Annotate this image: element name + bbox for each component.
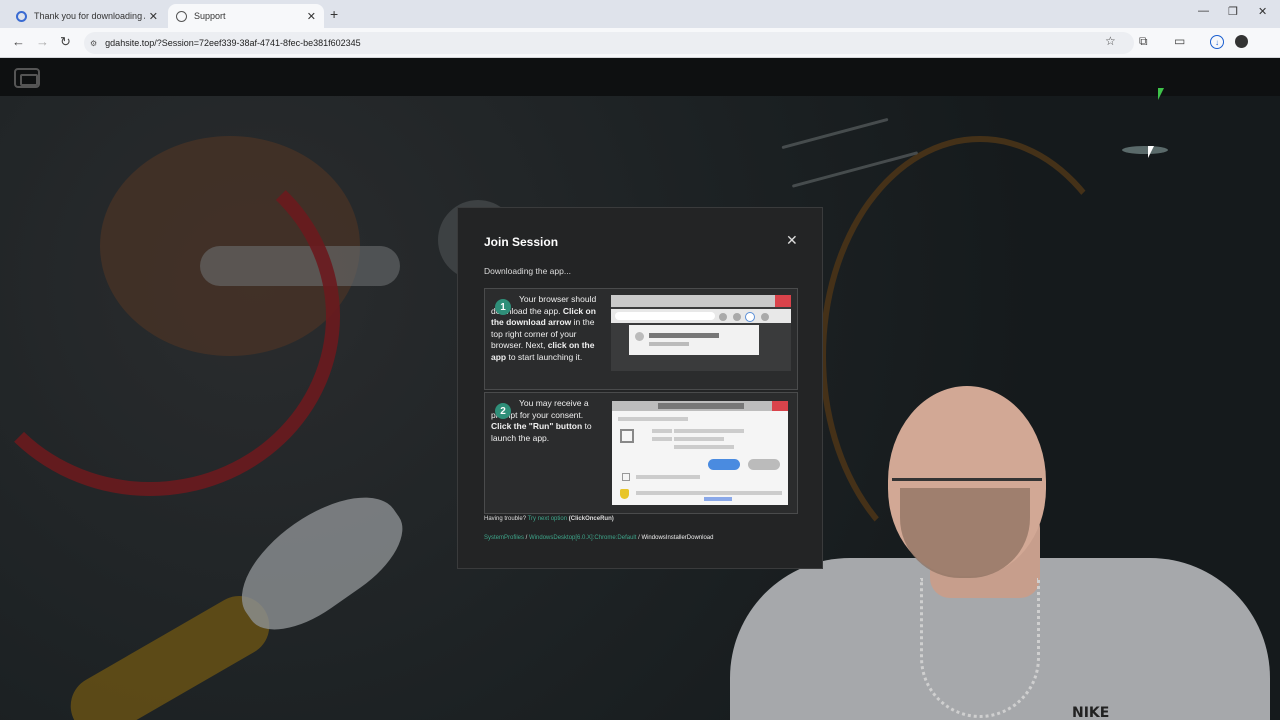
tab-bar: Thank you for downloading An ✕ Support ✕… bbox=[0, 0, 1280, 28]
restore-icon[interactable]: ❐ bbox=[1228, 5, 1238, 18]
cast-icon[interactable]: ▭ bbox=[1174, 34, 1185, 48]
toolbar: ← → ↻ ⚙ gdahsite.top/?Session=72eef339-3… bbox=[0, 28, 1280, 58]
tab-title: Support bbox=[194, 11, 226, 21]
avatar[interactable] bbox=[1235, 35, 1248, 48]
run-button-illustration bbox=[708, 459, 740, 470]
webcam-person-glasses bbox=[892, 478, 1042, 504]
tab-thank-you[interactable]: Thank you for downloading An ✕ bbox=[8, 4, 166, 28]
modal-title: Join Session bbox=[484, 235, 559, 249]
comet-streak bbox=[781, 117, 889, 150]
breadcrumb: SystemProfiles / WindowsDesktop[6.0.X]:C… bbox=[484, 535, 714, 541]
shield-icon bbox=[620, 489, 629, 499]
close-window-icon[interactable]: ✕ bbox=[1258, 5, 1267, 18]
page: NIKE Join Session ✕ Downloading the app.… bbox=[0, 58, 1280, 720]
forward-icon[interactable]: → bbox=[36, 34, 49, 49]
download-arrow-icon bbox=[745, 312, 755, 322]
modal-subtitle: Downloading the app... bbox=[484, 266, 571, 276]
download-icon[interactable]: ↓ bbox=[1210, 35, 1224, 49]
globe-icon bbox=[176, 10, 187, 22]
address-bar[interactable]: ⚙ gdahsite.top/?Session=72eef339-38af-47… bbox=[84, 32, 1134, 54]
site-info-icon[interactable]: ⚙ bbox=[90, 39, 97, 48]
cancel-button-illustration bbox=[748, 459, 780, 470]
tab-support[interactable]: Support ✕ bbox=[168, 4, 324, 28]
tab-close-icon[interactable]: ✕ bbox=[149, 10, 158, 23]
tab-close-icon[interactable]: ✕ bbox=[307, 10, 316, 23]
browser-download-illustration bbox=[611, 295, 791, 371]
shirt-logo: NIKE bbox=[1072, 705, 1110, 720]
run-prompt-illustration bbox=[612, 401, 788, 505]
page-header bbox=[0, 58, 1280, 96]
step-1-card: Your browser should download the app. Cl… bbox=[484, 288, 798, 390]
checkbox-icon bbox=[622, 473, 630, 481]
join-session-modal: Join Session ✕ Downloading the app... Yo… bbox=[457, 207, 823, 569]
app-icon bbox=[620, 429, 634, 443]
tab-favicon-icon bbox=[16, 10, 27, 22]
extensions-icon[interactable]: ⧉ bbox=[1139, 34, 1148, 49]
new-tab-button[interactable]: + bbox=[330, 6, 338, 22]
step-2-card: You may receive a prompt for your consen… bbox=[484, 392, 798, 514]
cursor-icon bbox=[1158, 88, 1164, 100]
url-text: gdahsite.top/?Session=72eef339-38af-4741… bbox=[105, 38, 361, 48]
close-icon[interactable]: ✕ bbox=[786, 232, 798, 249]
breadcrumb-link-windows-desktop[interactable]: WindowsDesktop[6.0.X]:Chrome:Default bbox=[529, 535, 636, 541]
trouble-text: Having trouble? Try next option (ClickOn… bbox=[484, 516, 614, 522]
webcam-person-chain bbox=[920, 578, 1040, 718]
breadcrumb-link-system-profiles[interactable]: SystemProfiles bbox=[484, 535, 524, 541]
breadcrumb-current: WindowsInstallerDownload bbox=[641, 535, 714, 541]
ufo-illustration bbox=[1122, 146, 1168, 154]
step-number-badge: 1 bbox=[495, 299, 511, 315]
try-next-option-link[interactable]: Try next option bbox=[528, 516, 567, 522]
minimize-icon[interactable]: — bbox=[1198, 5, 1209, 17]
logo-icon bbox=[14, 68, 40, 88]
step-number-badge: 2 bbox=[495, 403, 511, 419]
reload-icon[interactable]: ↻ bbox=[60, 34, 71, 50]
cursor-icon bbox=[1148, 146, 1154, 158]
bookmark-star-icon[interactable]: ☆ bbox=[1105, 34, 1116, 48]
back-icon[interactable]: ← bbox=[12, 34, 25, 49]
tab-title: Thank you for downloading An bbox=[34, 11, 145, 21]
